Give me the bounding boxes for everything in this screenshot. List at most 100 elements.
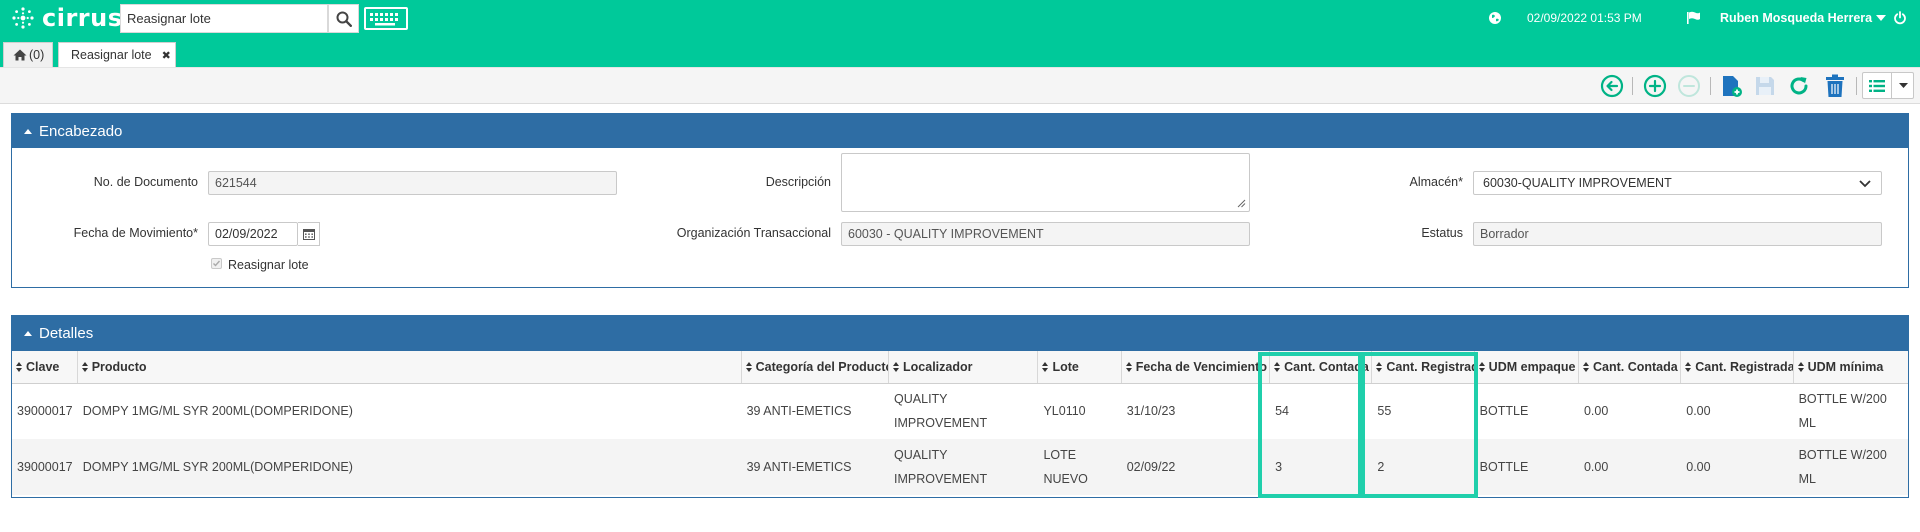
cell-udm-empaque: BOTTLE [1474, 439, 1579, 495]
datetime: 02/09/2022 01:53 PM [1527, 11, 1642, 25]
user-name: Ruben Mosqueda Herrera [1720, 11, 1873, 25]
cell-cant-registrada[interactable]: 55 [1371, 383, 1475, 439]
language-globe[interactable] [1488, 0, 1502, 36]
descripcion-textarea[interactable] [841, 153, 1250, 212]
sort-icon [1478, 361, 1486, 372]
notifications-flag[interactable] [1686, 0, 1701, 36]
back-arrow-icon [1600, 74, 1624, 98]
column-header-udm-empaque[interactable]: UDM empaque [1474, 351, 1579, 384]
list-view-caret[interactable] [1893, 73, 1914, 98]
column-header-cant-contada[interactable]: Cant. Contada [1269, 351, 1373, 384]
cell-cant-registrada-2: 0.00 [1680, 383, 1794, 439]
cirrus-logo[interactable]: cirrus [10, 4, 123, 32]
chevron-down-icon [1859, 180, 1871, 188]
calendar-button[interactable] [298, 222, 320, 246]
tab-home-count: (0) [29, 48, 45, 62]
column-header-udm-minima[interactable]: UDM mínima [1793, 351, 1908, 384]
search-button[interactable] [328, 4, 359, 33]
collapse-caret-icon [24, 331, 32, 336]
reasignar-lote-label: Reasignar lote [228, 258, 309, 272]
detalles-title: Detalles [39, 325, 94, 342]
user-menu[interactable]: Ruben Mosqueda Herrera [1720, 0, 1887, 36]
column-header-categoria[interactable]: Categoría del Producto [741, 351, 890, 384]
list-view-dropdown[interactable] [1862, 72, 1914, 99]
close-tab-icon[interactable]: ✖ [162, 49, 171, 62]
descripcion-label: Descripción [765, 175, 831, 189]
fecha-movimiento-input[interactable]: 02/09/2022 [208, 222, 298, 246]
cell-cant-contada[interactable]: 3 [1269, 439, 1372, 495]
trash-icon [1826, 74, 1844, 97]
cell-udm-minima: BOTTLE W/200 ML [1793, 439, 1908, 495]
cell-cant-contada-2: 0.00 [1578, 383, 1681, 439]
cell-lote: LOTE NUEVO [1037, 439, 1122, 495]
refresh-button[interactable] [1786, 73, 1812, 99]
cell-cant-registrada[interactable]: 2 [1371, 439, 1475, 495]
caret-down-icon [1876, 15, 1887, 21]
sort-icon [1274, 361, 1281, 372]
minus-circle-icon [1678, 75, 1700, 97]
tab-bar [0, 36, 1920, 67]
reasignar-lote-checkbox[interactable] [211, 258, 222, 269]
table-row[interactable]: 39000017 DOMPY 1MG/ML SYR 200ML(DOMPERID… [12, 383, 1908, 439]
caret-down-icon [1899, 83, 1908, 88]
estatus-label: Estatus [1421, 226, 1463, 240]
cell-localizador: QUALITY IMPROVEMENT [888, 439, 1038, 495]
almacen-select[interactable]: 60030-QUALITY IMPROVEMENT [1473, 171, 1882, 195]
sort-icon [745, 361, 753, 372]
refresh-icon [1790, 77, 1808, 95]
doc-number-label: No. de Documento [93, 175, 198, 189]
column-header-producto[interactable]: Producto [77, 351, 742, 384]
tab-label: Reasignar lote [71, 48, 152, 62]
sort-icon [1042, 361, 1049, 372]
cell-producto: DOMPY 1MG/ML SYR 200ML(DOMPERIDONE) [77, 383, 742, 439]
power-icon [1894, 11, 1906, 25]
tab-reasignar-lote[interactable]: Reasignar lote ✖ [58, 42, 176, 67]
encabezado-header[interactable]: Encabezado [12, 114, 1908, 148]
collapse-caret-icon [24, 128, 32, 134]
sort-icon [1685, 361, 1692, 372]
column-header-clave[interactable]: Clave [12, 351, 78, 384]
sort-icon [1582, 361, 1590, 372]
toolbar-separator [1632, 77, 1633, 95]
column-header-localizador[interactable]: Localizador [888, 351, 1039, 384]
sort-icon [893, 361, 900, 372]
search-field[interactable] [120, 4, 328, 33]
table-row[interactable]: 39000017 DOMPY 1MG/ML SYR 200ML(DOMPERID… [12, 439, 1908, 495]
cell-cant-contada[interactable]: 54 [1269, 383, 1372, 439]
column-header-cant-contada-2[interactable]: Cant. Contada [1578, 351, 1682, 384]
column-header-lote[interactable]: Lote [1037, 351, 1122, 384]
detalles-table: Clave Producto Categoría del Producto Lo… [12, 351, 1908, 495]
table-header-row: Clave Producto Categoría del Producto Lo… [12, 351, 1908, 384]
fecha-movimiento-label: Fecha de Movimiento* [73, 226, 198, 240]
checkmark-icon [213, 260, 221, 267]
remove-row-button[interactable] [1676, 73, 1702, 99]
cell-fecha-vencimiento: 31/10/23 [1121, 383, 1270, 439]
save-button[interactable] [1752, 73, 1778, 99]
globe-icon [1489, 12, 1501, 24]
detalles-header[interactable]: Detalles [12, 316, 1908, 351]
column-header-cant-registrada[interactable]: Cant. Registrada [1371, 351, 1475, 384]
delete-button[interactable] [1822, 73, 1848, 99]
cell-clave: 39000017 [12, 383, 78, 439]
save-disk-icon [1756, 77, 1774, 95]
almacen-selected-value: 60030-QUALITY IMPROVEMENT [1483, 176, 1672, 190]
keyboard-icon [370, 12, 398, 25]
column-header-cant-registrada-2[interactable]: Cant. Registrada [1680, 351, 1794, 384]
back-button[interactable] [1599, 73, 1625, 99]
cell-fecha-vencimiento: 02/09/22 [1121, 439, 1270, 495]
new-document-button[interactable] [1718, 73, 1744, 99]
logout-button[interactable] [1893, 0, 1907, 36]
add-row-button[interactable] [1642, 73, 1668, 99]
toolbar-separator [1856, 77, 1857, 95]
keyboard-button[interactable] [364, 7, 408, 30]
doc-number-field: 621544 [208, 171, 617, 195]
encabezado-title: Encabezado [39, 122, 123, 140]
sort-icon [1797, 361, 1805, 372]
column-header-fecha-vencimiento[interactable]: Fecha de Vencimiento [1121, 351, 1271, 384]
sort-icon [16, 361, 23, 372]
cell-localizador: QUALITY IMPROVEMENT [888, 383, 1038, 439]
tab-home[interactable]: (0) [3, 42, 53, 67]
cell-producto: DOMPY 1MG/ML SYR 200ML(DOMPERIDONE) [77, 439, 742, 495]
search-input[interactable] [121, 5, 327, 32]
list-view-button[interactable] [1863, 73, 1892, 98]
